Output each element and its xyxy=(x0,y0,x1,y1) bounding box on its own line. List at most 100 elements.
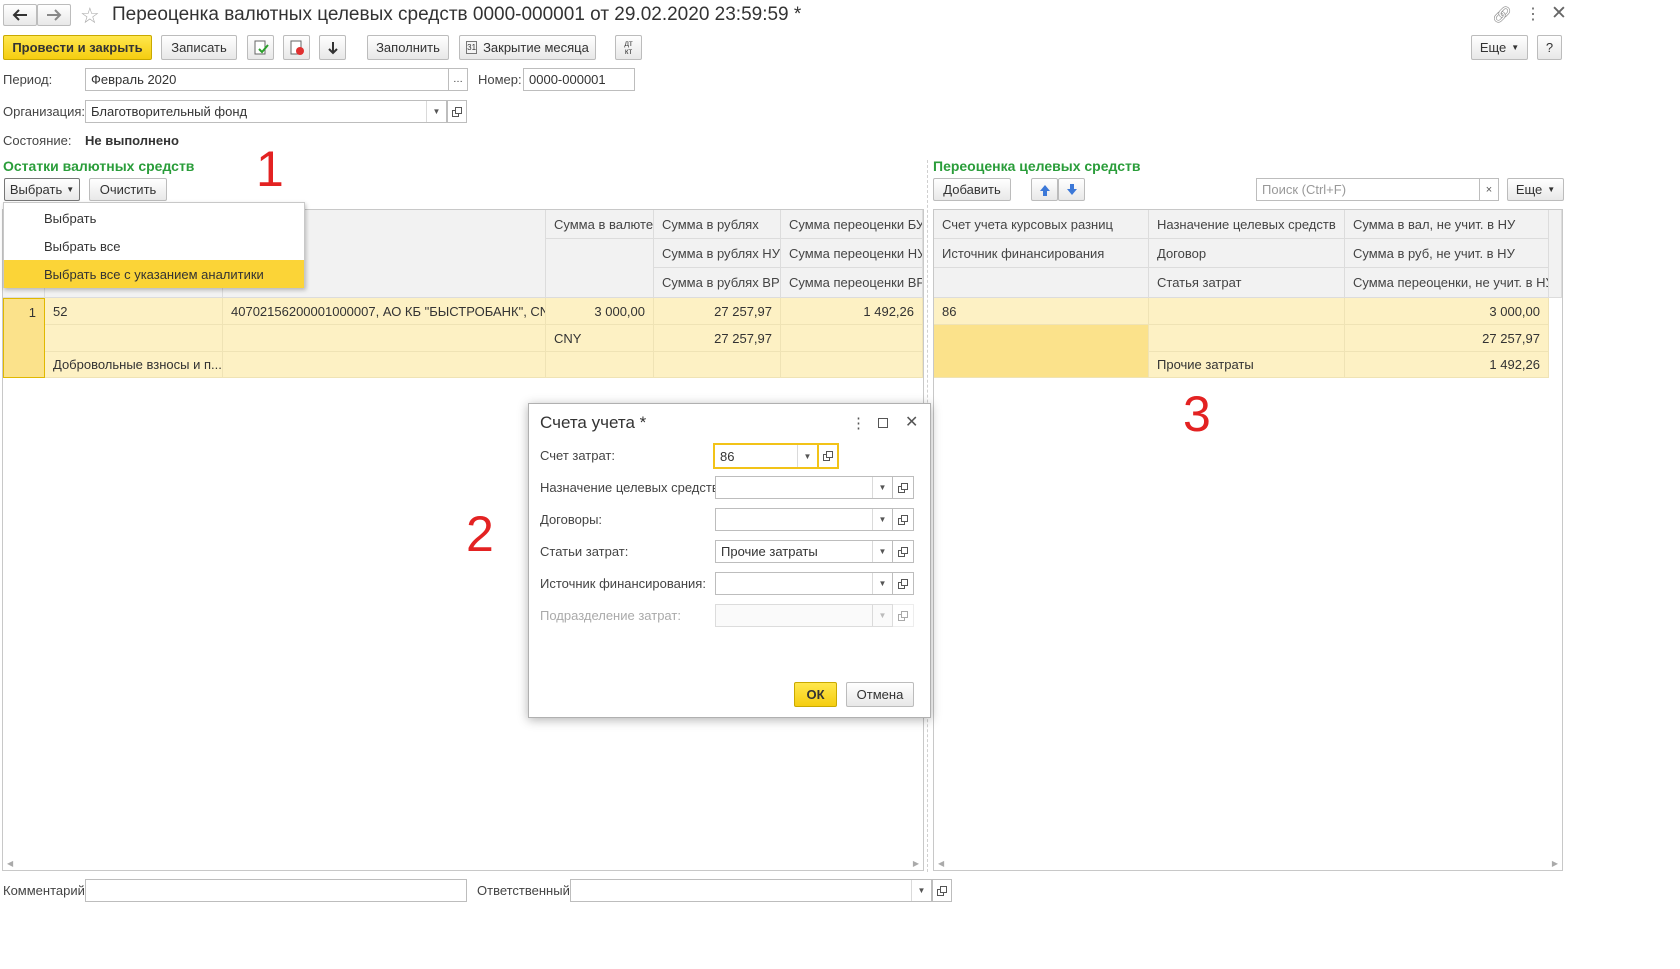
select-label: Выбрать xyxy=(9,182,63,197)
cost-items-field[interactable]: Прочие затраты ▼ xyxy=(715,540,893,563)
purpose-field[interactable]: ▼ xyxy=(715,476,893,499)
menu-item-select-all-analytics[interactable]: Выбрать все с указанием аналитики xyxy=(4,260,304,288)
period-select-button[interactable]: … xyxy=(448,68,468,91)
scroll-left-icon[interactable]: ◀ xyxy=(7,859,13,868)
scroll-right-icon[interactable]: ▶ xyxy=(1552,859,1558,868)
organization-field[interactable]: Благотворительный фонд ▼ xyxy=(85,100,447,123)
dropdown-arrow-icon[interactable]: ▼ xyxy=(872,509,892,530)
period-field[interactable]: Февраль 2020 xyxy=(85,68,449,91)
clear-button[interactable]: Очистить xyxy=(89,178,167,201)
left-row-subconto-line2[interactable] xyxy=(223,325,546,352)
right-row-account[interactable]: 86 xyxy=(934,298,1149,325)
link-icon[interactable]: 🔗︎ xyxy=(1492,5,1512,25)
open-icon xyxy=(452,106,462,117)
left-row-subconto-line3[interactable] xyxy=(223,352,546,378)
left-row-account-line2[interactable] xyxy=(45,325,223,352)
right-row-reval[interactable]: 1 492,26 xyxy=(1345,352,1549,378)
dialog-maximize-icon[interactable] xyxy=(878,418,888,428)
left-row-sum-currency[interactable]: 3 000,00 xyxy=(546,298,654,325)
close-window-icon[interactable]: ✕ xyxy=(1551,2,1567,25)
help-button[interactable]: ? xyxy=(1537,35,1562,60)
comment-field[interactable] xyxy=(85,879,467,902)
dropdown-arrow-icon[interactable]: ▼ xyxy=(872,573,892,594)
left-row-currency-line3[interactable] xyxy=(546,352,654,378)
dialog-close-icon[interactable]: ✕ xyxy=(905,412,918,432)
right-row-purpose[interactable] xyxy=(1149,298,1345,325)
left-row-sum-rub-vr[interactable] xyxy=(654,352,781,378)
arrow-down-icon xyxy=(1066,183,1077,195)
left-row-reval-nu[interactable] xyxy=(781,325,923,352)
responsible-field[interactable]: ▼ xyxy=(570,879,932,902)
responsible-open-button[interactable] xyxy=(932,879,952,902)
add-button[interactable]: Добавить xyxy=(933,178,1011,201)
left-header-reval-nu: Сумма переоценки НУ xyxy=(781,239,923,268)
favorite-star-icon[interactable]: ☆ xyxy=(80,3,100,29)
right-row-sum-cur[interactable]: 3 000,00 xyxy=(1345,298,1549,325)
dt-kt-button[interactable]: дт кт xyxy=(615,35,642,60)
more-button[interactable]: Еще ▼ xyxy=(1471,35,1528,60)
scroll-left-icon[interactable]: ◀ xyxy=(938,859,944,868)
post-button[interactable] xyxy=(247,35,274,60)
back-button[interactable] xyxy=(3,4,37,26)
contracts-field[interactable]: ▼ xyxy=(715,508,893,531)
right-more-label: Еще xyxy=(1515,182,1543,197)
cost-items-value: Прочие затраты xyxy=(721,544,818,559)
move-down-button[interactable] xyxy=(319,35,346,60)
menu-item-select[interactable]: Выбрать xyxy=(4,204,304,232)
left-row-reval-bu[interactable]: 1 492,26 xyxy=(781,298,923,325)
funding-label: Источник финансирования: xyxy=(540,576,706,591)
right-row-contract[interactable] xyxy=(1149,325,1345,352)
search-clear-button[interactable]: × xyxy=(1479,178,1499,201)
cost-account-open-button[interactable] xyxy=(817,443,839,469)
dropdown-arrow-icon[interactable]: ▼ xyxy=(872,477,892,498)
cancel-button[interactable]: Отмена xyxy=(846,682,914,707)
right-header-purpose: Назначение целевых средств xyxy=(1149,210,1345,239)
left-row-currency[interactable]: CNY xyxy=(546,325,654,352)
cost-items-open-button[interactable] xyxy=(892,540,914,563)
left-row-source[interactable]: Добровольные взносы и п... xyxy=(45,352,223,378)
annotation-marker-3: 3 xyxy=(1183,386,1211,442)
left-row-number[interactable]: 1 xyxy=(3,298,45,378)
arrow-right-icon xyxy=(47,9,62,21)
scroll-right-icon[interactable]: ▶ xyxy=(913,859,919,868)
save-button[interactable]: Записать xyxy=(161,35,237,60)
left-row-account[interactable]: 52 xyxy=(45,298,223,325)
funding-field[interactable]: ▼ xyxy=(715,572,893,595)
right-row-cost-item[interactable]: Прочие затраты xyxy=(1149,352,1345,378)
division-field: ▼ xyxy=(715,604,893,627)
unpost-button[interactable] xyxy=(283,35,310,60)
move-up-button[interactable] xyxy=(1031,178,1058,201)
menu-item-select-all[interactable]: Выбрать все xyxy=(4,232,304,260)
funding-open-button[interactable] xyxy=(892,572,914,595)
search-input[interactable]: Поиск (Ctrl+F) xyxy=(1256,178,1480,201)
purpose-open-button[interactable] xyxy=(892,476,914,499)
organization-open-button[interactable] xyxy=(447,100,467,123)
contracts-open-button[interactable] xyxy=(892,508,914,531)
forward-button[interactable] xyxy=(37,4,71,26)
ok-button[interactable]: ОК xyxy=(794,682,837,707)
left-row-sum-rub-nu[interactable]: 27 257,97 xyxy=(654,325,781,352)
month-close-button[interactable]: 31 Закрытие месяца xyxy=(459,35,596,60)
kebab-menu-icon[interactable]: ⋮ xyxy=(1525,4,1541,24)
dropdown-arrow-icon[interactable]: ▼ xyxy=(797,445,817,467)
dropdown-arrow-icon[interactable]: ▼ xyxy=(426,101,446,122)
dialog-kebab-icon[interactable]: ⋮ xyxy=(851,414,866,432)
contracts-label: Договоры: xyxy=(540,512,603,527)
fill-button[interactable]: Заполнить xyxy=(367,35,449,60)
dropdown-arrow-icon[interactable]: ▼ xyxy=(872,541,892,562)
right-row-sum-rub[interactable]: 27 257,97 xyxy=(1345,325,1549,352)
cost-account-field[interactable]: 86 ▼ xyxy=(713,443,819,469)
right-row-funding[interactable] xyxy=(934,325,1149,378)
move-down-row-button[interactable] xyxy=(1058,178,1085,201)
cost-items-label: Статьи затрат: xyxy=(540,544,629,559)
right-more-button[interactable]: Еще ▼ xyxy=(1507,178,1564,201)
select-button[interactable]: Выбрать ▼ xyxy=(4,178,80,201)
select-dropdown-menu: Выбрать Выбрать все Выбрать все с указан… xyxy=(3,202,305,288)
left-row-reval-vr[interactable] xyxy=(781,352,923,378)
number-field[interactable]: 0000-000001 xyxy=(523,68,635,91)
left-row-subconto[interactable]: 40702156200001000007, АО КБ "БЫСТРОБАНК"… xyxy=(223,298,546,325)
open-icon xyxy=(898,546,908,557)
post-and-close-button[interactable]: Провести и закрыть xyxy=(3,35,152,60)
dropdown-arrow-icon[interactable]: ▼ xyxy=(911,880,931,901)
left-row-sum-rub[interactable]: 27 257,97 xyxy=(654,298,781,325)
